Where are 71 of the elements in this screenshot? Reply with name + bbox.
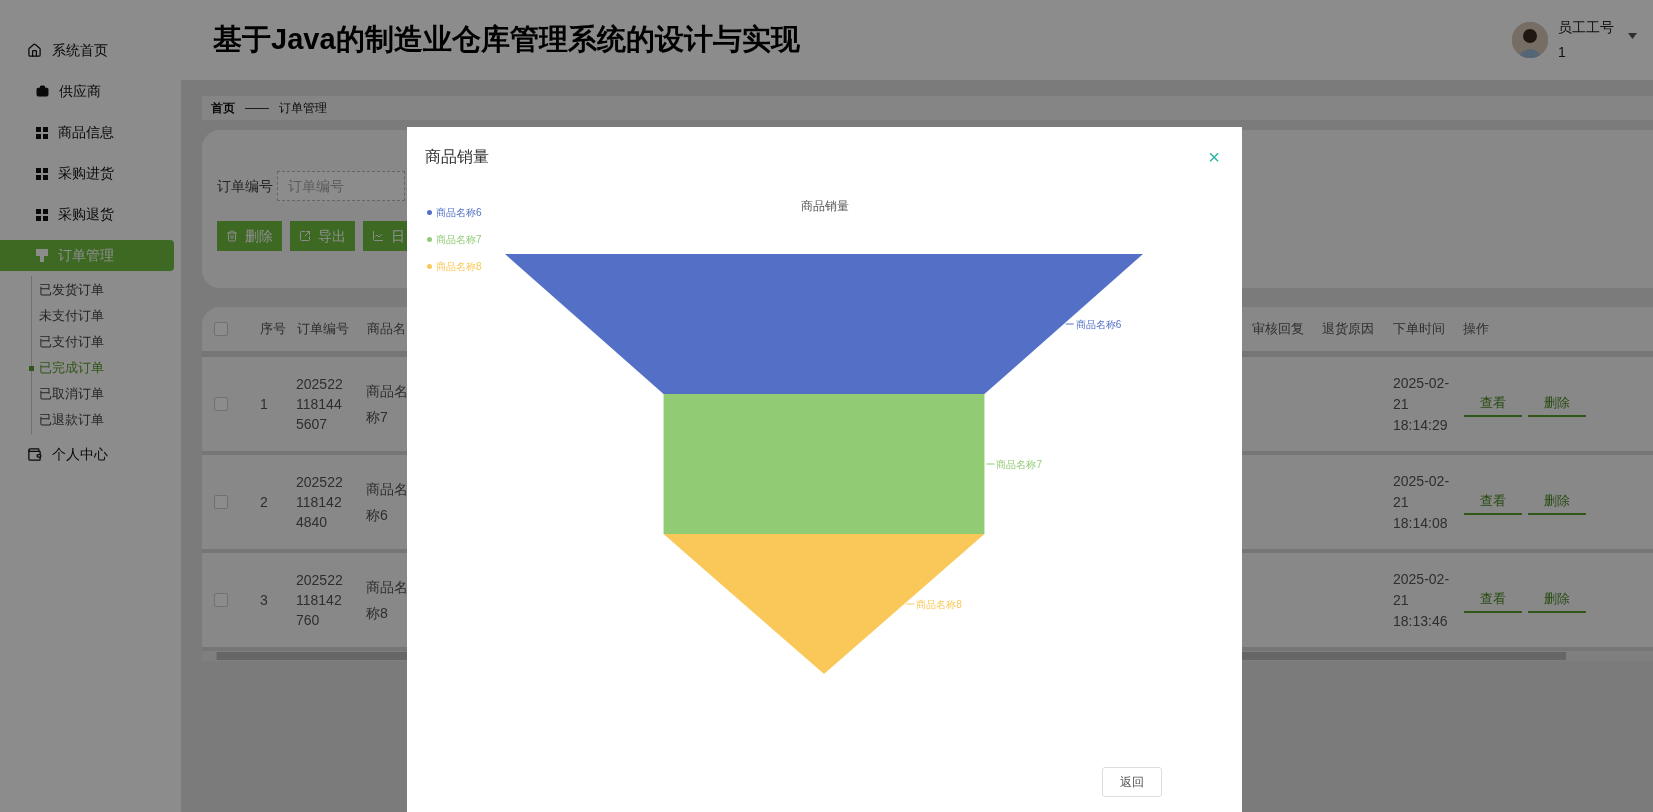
row-action-button[interactable]: 查看 [1464, 391, 1522, 417]
submenu-item[interactable]: 已退款订单 [32, 407, 181, 433]
column-header: 下单时间 [1393, 320, 1446, 339]
page-title: 基于Java的制造业仓库管理系统的设计与实现 [213, 22, 801, 58]
column-header: 商品名 [366, 320, 407, 339]
table-cell-text: 2025-02-21 18:13:46 [1393, 569, 1451, 631]
table-cell-text: 3 [259, 590, 269, 610]
home-icon [27, 43, 42, 58]
segment-label: 商品名称7 [996, 459, 1042, 470]
sidebar-item[interactable]: 采购进货 [0, 158, 174, 189]
row-action-button[interactable]: 删除 [1528, 587, 1586, 613]
table-cell-text: 商品名称7 [366, 382, 409, 427]
row-action-button[interactable]: 删除 [1528, 489, 1586, 515]
row-action-button[interactable]: 查看 [1464, 489, 1522, 515]
column-header: 审核回复 [1252, 320, 1305, 339]
checkbox[interactable] [214, 322, 228, 336]
table-cell-text: 2 [259, 492, 269, 512]
column-header: 序号 [259, 320, 287, 339]
grid-icon [36, 208, 48, 221]
caret-icon[interactable] [1628, 33, 1637, 39]
breadcrumb-link[interactable]: 首页 [211, 99, 235, 117]
line-chart-icon [372, 230, 384, 242]
column-header: 订单编号 [296, 320, 350, 339]
segment-label: 商品名称8 [916, 599, 962, 610]
grid-icon [36, 126, 48, 139]
table-cell-text: 2025-02-21 18:14:08 [1393, 471, 1451, 533]
submenu-item[interactable]: 未支付订单 [32, 303, 181, 329]
user-label: 员工工号 [1558, 18, 1615, 37]
table-cell-text: 2025221181445607 [296, 375, 344, 434]
table-cell-text: 商品名称8 [366, 578, 409, 623]
submenu-item[interactable]: 已支付订单 [32, 329, 181, 355]
breadcrumb-separator: —— [245, 100, 269, 117]
avatar[interactable] [1512, 22, 1548, 58]
checkbox[interactable] [214, 397, 228, 411]
chart-title: 商品销量 [800, 198, 849, 215]
table-cell-text: 1 [259, 394, 269, 414]
submenu-item[interactable]: 已完成订单 [32, 355, 181, 381]
sidebar-item[interactable]: 采购退货 [0, 199, 174, 230]
table-cell-text: 2025-02-21 18:14:29 [1393, 373, 1451, 435]
grid-icon [36, 167, 48, 180]
row-action-button[interactable]: 删除 [1528, 391, 1586, 417]
row-action-button[interactable]: 查看 [1464, 587, 1522, 613]
stamp-icon [36, 249, 48, 262]
sidebar-item[interactable]: 系统首页 [0, 35, 174, 66]
dialog-title: 商品销量 [425, 147, 489, 167]
table-cell-text: 2025221181424840 [296, 473, 344, 532]
submenu-item[interactable]: 已发货订单 [32, 277, 181, 303]
submenu-item[interactable]: 已取消订单 [32, 381, 181, 407]
table-cell-text: 商品名称6 [366, 480, 409, 525]
column-header: 退货原因 [1322, 320, 1375, 339]
column-header: 操作 [1463, 320, 1490, 339]
trash-icon [226, 230, 238, 242]
wallet-icon [27, 447, 42, 462]
leader-line [1065, 323, 1075, 325]
back-button[interactable]: 返回 [1102, 767, 1162, 797]
sidebar-item[interactable]: 商品信息 [0, 117, 174, 148]
leader-line [985, 463, 995, 465]
close-button[interactable]: × [1204, 147, 1224, 167]
sidebar-item[interactable]: 个人中心 [0, 439, 174, 470]
sidebar-item[interactable]: 供应商 [0, 76, 174, 107]
segment-label: 商品名称6 [1075, 319, 1122, 330]
briefcase-icon [36, 85, 49, 98]
export-icon [299, 230, 311, 242]
user-id: 1 [1558, 43, 1567, 62]
leader-line [905, 603, 915, 605]
legend-item[interactable]: 商品名称6 [436, 205, 482, 220]
breadcrumb-current: 订单管理 [279, 100, 327, 117]
checkbox[interactable] [214, 495, 228, 509]
table-cell-text: 202522118142760 [296, 571, 344, 630]
field-label: 订单编号 [217, 176, 273, 196]
checkbox[interactable] [214, 593, 228, 607]
